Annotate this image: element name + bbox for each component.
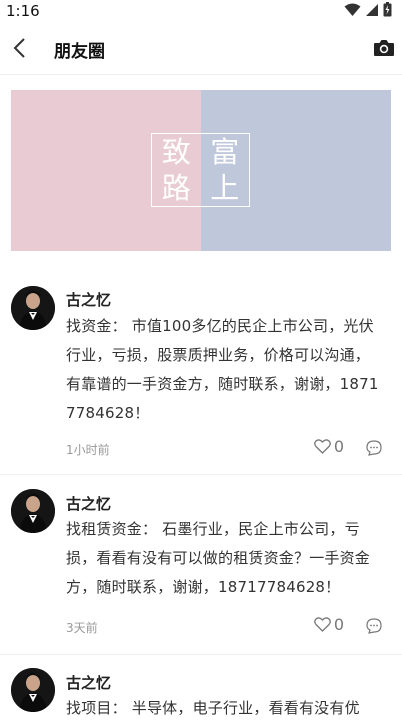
status-time: 1:16 — [6, 2, 40, 20]
banner-char: 上 — [210, 170, 240, 205]
comment-icon[interactable] — [366, 440, 382, 456]
battery-icon — [383, 2, 392, 17]
status-icons — [344, 2, 392, 17]
banner-char: 富 — [210, 134, 240, 169]
post-author[interactable]: 古之忆 — [66, 289, 111, 310]
heart-icon — [313, 617, 331, 632]
navigation-bar: 朋友圈 — [0, 22, 402, 75]
avatar[interactable] — [11, 668, 55, 712]
wifi-icon — [344, 3, 361, 16]
like-count: 0 — [333, 615, 344, 634]
post-time: 3天前 — [66, 621, 98, 635]
post-author[interactable]: 古之忆 — [66, 493, 111, 514]
post-content: 找资金： 市值100多亿的民企上市公司，光伏行业，亏损，股票质押业务，价格可以沟… — [66, 317, 379, 422]
banner-char: 致 — [161, 134, 191, 169]
cellular-signal-icon — [366, 3, 378, 16]
banner-image[interactable]: 致 富 路 上 — [11, 90, 391, 251]
post-author[interactable]: 古之忆 — [66, 672, 111, 693]
post-item: 古之忆 找资金： 市值100多亿的民企上市公司，光伏行业，亏损，股票质押业务，价… — [0, 276, 402, 475]
avatar[interactable] — [11, 489, 55, 533]
status-bar: 1:16 — [0, 0, 402, 22]
avatar-photo-icon — [11, 286, 55, 330]
avatar-photo-icon — [11, 668, 55, 712]
like-button[interactable]: 0 — [313, 437, 344, 456]
post-content: 找项目： 半导体，电子行业，看看有没有优 — [66, 699, 360, 717]
avatar[interactable] — [11, 286, 55, 330]
page-title: 朋友圈 — [54, 42, 105, 62]
back-arrow-icon[interactable] — [10, 37, 32, 59]
avatar-photo-icon — [11, 489, 55, 533]
post-item: 古之忆 找租赁资金： 石墨行业，民企上市公司，亏损，看看有没有可以做的租赁资金？… — [0, 475, 402, 655]
camera-icon[interactable] — [373, 39, 395, 57]
post-content: 找租赁资金： 石墨行业，民企上市公司，亏损，看看有没有可以做的租赁资金？一手资金… — [66, 520, 371, 596]
post-time: 1小时前 — [66, 443, 110, 457]
like-button[interactable]: 0 — [313, 615, 344, 634]
banner-text-box: 致 富 路 上 — [151, 133, 250, 207]
post-item: 古之忆 找项目： 半导体，电子行业，看看有没有优 — [0, 655, 402, 723]
banner-char: 路 — [161, 170, 191, 205]
like-count: 0 — [333, 437, 344, 456]
heart-icon — [313, 439, 331, 454]
comment-icon[interactable] — [366, 618, 382, 634]
